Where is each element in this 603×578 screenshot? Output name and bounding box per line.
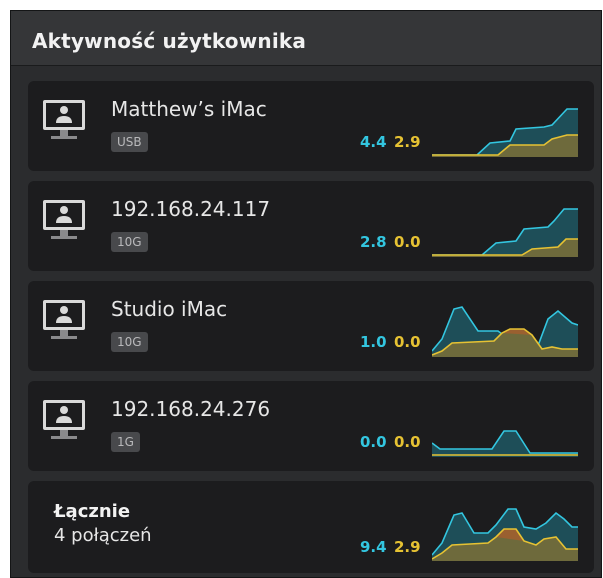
read-rate: 1.0 bbox=[360, 333, 387, 351]
panel-title: Aktywność użytkownika bbox=[32, 29, 307, 53]
interface-badge: 10G bbox=[111, 232, 148, 252]
read-rate: 4.4 bbox=[360, 133, 387, 151]
total-activity-sparkline bbox=[432, 508, 578, 561]
write-rate: 2.9 bbox=[394, 133, 421, 151]
read-rate: 0.0 bbox=[360, 433, 387, 451]
interface-badge: USB bbox=[111, 132, 148, 152]
total-write-rate: 2.9 bbox=[394, 538, 421, 556]
write-rate: 0.0 bbox=[394, 333, 421, 351]
activity-sparkline bbox=[432, 208, 578, 257]
read-rate: 2.8 bbox=[360, 233, 387, 251]
total-connections: 4 połączeń bbox=[54, 525, 152, 546]
computer-user-icon bbox=[43, 400, 85, 439]
connection-name: Studio iMac bbox=[111, 297, 228, 321]
connection-name: 192.168.24.276 bbox=[111, 397, 271, 421]
total-label: Łącznie bbox=[54, 501, 131, 522]
write-rate: 0.0 bbox=[394, 433, 421, 451]
activity-sparkline bbox=[432, 430, 578, 457]
connection-card[interactable]: Matthew’s iMac USB 4.4 2.9 bbox=[28, 81, 594, 171]
activity-sparkline bbox=[432, 306, 578, 357]
computer-user-icon bbox=[43, 300, 85, 339]
connection-name: Matthew’s iMac bbox=[111, 97, 267, 121]
computer-user-icon bbox=[43, 200, 85, 239]
user-activity-panel: Aktywność użytkownika Matthew’s iMac USB… bbox=[10, 10, 602, 578]
connection-card[interactable]: 192.168.24.117 10G 2.8 0.0 bbox=[28, 181, 594, 271]
write-rate: 0.0 bbox=[394, 233, 421, 251]
activity-sparkline bbox=[432, 108, 578, 157]
total-read-rate: 9.4 bbox=[360, 538, 387, 556]
connection-name: 192.168.24.117 bbox=[111, 197, 271, 221]
interface-badge: 10G bbox=[111, 332, 148, 352]
total-card: Łącznie 4 połączeń 9.4 2.9 bbox=[28, 481, 594, 573]
connection-card[interactable]: 192.168.24.276 1G 0.0 0.0 bbox=[28, 381, 594, 471]
interface-badge: 1G bbox=[111, 432, 140, 452]
computer-user-icon bbox=[43, 100, 85, 139]
connection-card[interactable]: Studio iMac 10G 1.0 0.0 bbox=[28, 281, 594, 371]
panel-header: Aktywność użytkownika bbox=[11, 11, 601, 66]
